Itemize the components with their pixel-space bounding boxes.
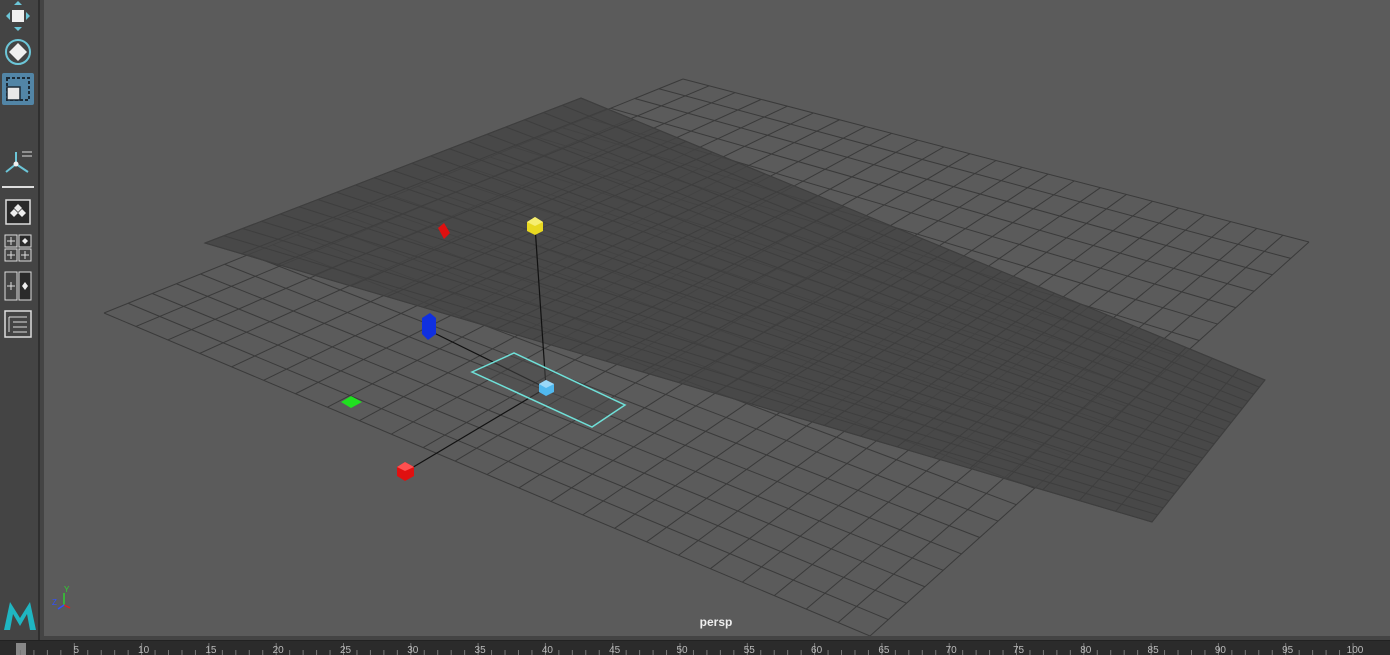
outliner-icon[interactable] (2, 308, 34, 340)
perspective-viewport[interactable]: Y Z persp (44, 0, 1390, 636)
axis-label-y: Y (64, 585, 70, 594)
four-view-layout-icon[interactable] (2, 232, 34, 264)
current-frame-marker[interactable] (16, 643, 26, 655)
show-manipulator-tool-icon[interactable] (2, 146, 34, 178)
toolbox-divider (2, 186, 34, 188)
locator-blue[interactable] (422, 313, 436, 340)
scene-canvas[interactable] (44, 0, 1390, 636)
single-perspective-view-icon[interactable] (2, 196, 34, 228)
move-tool-icon[interactable] (2, 0, 34, 32)
toolbox (0, 0, 40, 640)
axis-label-z: Z (52, 598, 57, 607)
camera-name-label: persp (699, 615, 733, 629)
scale-tool-icon[interactable] (2, 73, 34, 105)
locator-green[interactable] (341, 396, 362, 408)
time-ruler[interactable]: 5 10 15 20 25 30 35 40 45 50 55 60 65 70 75 80 85 90 95 100 (0, 641, 1390, 655)
time-slider[interactable]: 5 10 15 20 25 30 35 40 45 50 55 60 65 70 75 80 85 90 95 100 (0, 640, 1390, 655)
persp-outliner-layout-icon[interactable] (2, 270, 34, 302)
maya-logo-icon (2, 598, 38, 634)
rotate-tool-icon[interactable] (2, 36, 34, 68)
locator-red-front[interactable] (397, 462, 414, 481)
axis-indicator-icon: Y Z (52, 585, 71, 610)
manipulator-line-x (404, 387, 547, 473)
